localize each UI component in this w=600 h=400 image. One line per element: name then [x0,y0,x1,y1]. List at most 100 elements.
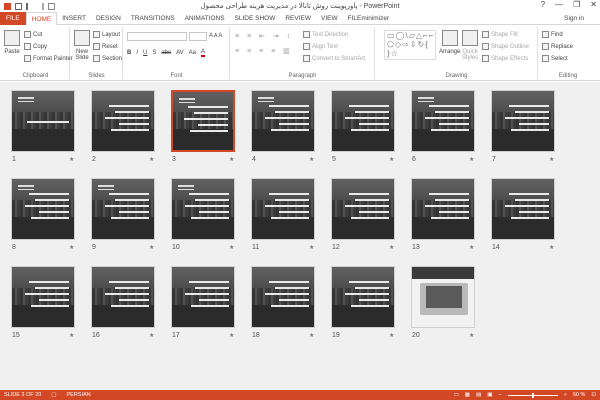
tab-insert[interactable]: INSERT [57,12,91,25]
layout-button[interactable]: Layout [93,31,120,38]
reset-button[interactable]: Reset [93,43,118,50]
select-button[interactable]: Select [542,55,568,62]
close-button[interactable]: ✕ [590,0,597,9]
find-button[interactable]: Find [542,31,563,38]
normal-view-icon[interactable]: ▭ [454,392,459,398]
transition-star-icon[interactable]: ★ [229,244,234,251]
transition-star-icon[interactable]: ★ [389,156,394,163]
align-buttons[interactable]: ≡ ≡ ≡ ≡ ▥ [235,47,293,55]
spellcheck-icon[interactable]: ▢ [51,392,56,398]
tab-fileminimizer[interactable]: FILEminimizer [343,12,395,25]
font-name-combo[interactable] [127,32,187,41]
language-status[interactable]: PERSIAN [67,392,91,398]
shape-fill-button[interactable]: Shape Fill [482,31,518,38]
bold-button[interactable]: B [127,50,131,56]
transition-star-icon[interactable]: ★ [149,156,154,163]
slide-thumbnail[interactable] [331,266,395,328]
slide-thumbnail[interactable] [331,178,395,240]
slide-thumbnail[interactable] [411,266,475,328]
tab-transitions[interactable]: TRANSITIONS [126,12,180,25]
zoom-level[interactable]: 60 % [573,392,586,398]
slide-thumbnail[interactable] [91,266,155,328]
slide-thumbnail[interactable] [331,90,395,152]
shape-effects-button[interactable]: Shape Effects [482,55,528,62]
sign-in-link[interactable]: Sign in [564,15,584,22]
reading-view-icon[interactable]: ▤ [476,392,481,398]
align-text-button[interactable]: Align Text [303,43,338,50]
quick-styles-button[interactable]: Quick Styles [460,30,480,61]
transition-star-icon[interactable]: ★ [309,244,314,251]
copy-button[interactable]: Copy [24,43,47,50]
slide-thumbnail[interactable] [411,90,475,152]
zoom-slider[interactable] [507,392,558,398]
transition-star-icon[interactable]: ★ [309,156,314,163]
list-buttons[interactable]: ≡ ≡ ⇤ ⇥ ↕ [235,32,293,40]
transition-star-icon[interactable]: ★ [309,332,314,339]
grow-font-button[interactable]: A [209,33,213,39]
tab-file[interactable]: FILE [0,11,26,25]
slide-thumbnail[interactable] [171,266,235,328]
slide-thumbnail[interactable] [251,266,315,328]
slide-thumbnail[interactable] [11,90,75,152]
slide-thumbnail[interactable] [91,178,155,240]
transition-star-icon[interactable]: ★ [229,332,234,339]
slide-thumbnail[interactable] [11,266,75,328]
slide-sorter-view-icon[interactable]: ▦ [465,392,470,398]
tab-design[interactable]: DESIGN [91,12,126,25]
slide-thumbnail[interactable] [91,90,155,152]
transition-star-icon[interactable]: ★ [549,156,554,163]
slide-thumbnail[interactable] [171,90,235,152]
zoom-in-button[interactable]: + [564,392,567,398]
clear-format-button[interactable]: A [218,33,222,39]
tab-slide-show[interactable]: SLIDE SHOW [230,12,281,25]
tab-animations[interactable]: ANIMATIONS [180,12,230,25]
transition-star-icon[interactable]: ★ [69,332,74,339]
slide-thumbnail[interactable] [411,178,475,240]
format-painter-button[interactable]: Format Painter [24,55,73,62]
slide-thumbnail[interactable] [491,178,555,240]
char-spacing-button[interactable]: AV [176,50,184,56]
transition-star-icon[interactable]: ★ [389,332,394,339]
transition-star-icon[interactable]: ★ [469,156,474,163]
arrange-button[interactable]: Arrange [439,30,460,55]
tab-review[interactable]: REVIEW [280,12,316,25]
transition-star-icon[interactable]: ★ [229,156,234,163]
font-size-combo[interactable] [189,32,207,41]
slide-thumbnail[interactable] [251,178,315,240]
change-case-button[interactable]: Aa [189,50,196,56]
zoom-out-button[interactable]: − [498,392,501,398]
paste-button[interactable]: Paste [4,30,20,55]
transition-star-icon[interactable]: ★ [469,244,474,251]
italic-button[interactable]: I [136,50,138,56]
shape-outline-button[interactable]: Shape Outline [482,43,529,50]
tab-view[interactable]: VIEW [316,12,343,25]
restore-button[interactable]: ❐ [573,0,580,9]
transition-star-icon[interactable]: ★ [69,156,74,163]
replace-button[interactable]: Replace [542,43,573,50]
slideshow-view-icon[interactable]: ▣ [487,392,492,398]
transition-star-icon[interactable]: ★ [549,244,554,251]
transition-star-icon[interactable]: ★ [69,244,74,251]
underline-button[interactable]: U [143,50,147,56]
transition-star-icon[interactable]: ★ [469,332,474,339]
font-color-button[interactable]: A [200,49,205,57]
strikethrough-button[interactable]: S [152,50,156,56]
tab-home[interactable]: HOME [25,11,58,25]
slide-thumbnail[interactable] [491,90,555,152]
new-slide-button[interactable]: New Slide [72,30,92,61]
cut-button[interactable]: Cut [24,31,42,38]
shapes-gallery[interactable]: ▭◯\▱△⌐⌐ ⬠◇⇨⇩↻{ }☆ [384,30,436,60]
shrink-font-button[interactable]: A [214,33,217,39]
section-button[interactable]: Section [93,55,122,62]
strikethrough-abc-button[interactable]: abc [161,50,171,56]
fit-slide-icon[interactable]: ⊡ [591,392,596,398]
text-direction-button[interactable]: Text Direction [303,31,348,38]
slide-thumbnail[interactable] [11,178,75,240]
slide-thumbnail[interactable] [171,178,235,240]
transition-star-icon[interactable]: ★ [149,244,154,251]
transition-star-icon[interactable]: ★ [149,332,154,339]
help-button[interactable]: ? [541,0,545,9]
slide-thumbnail[interactable] [251,90,315,152]
zoom-slider-thumb[interactable] [531,392,534,398]
convert-smartart-button[interactable]: Convert to SmartArt [303,55,365,62]
